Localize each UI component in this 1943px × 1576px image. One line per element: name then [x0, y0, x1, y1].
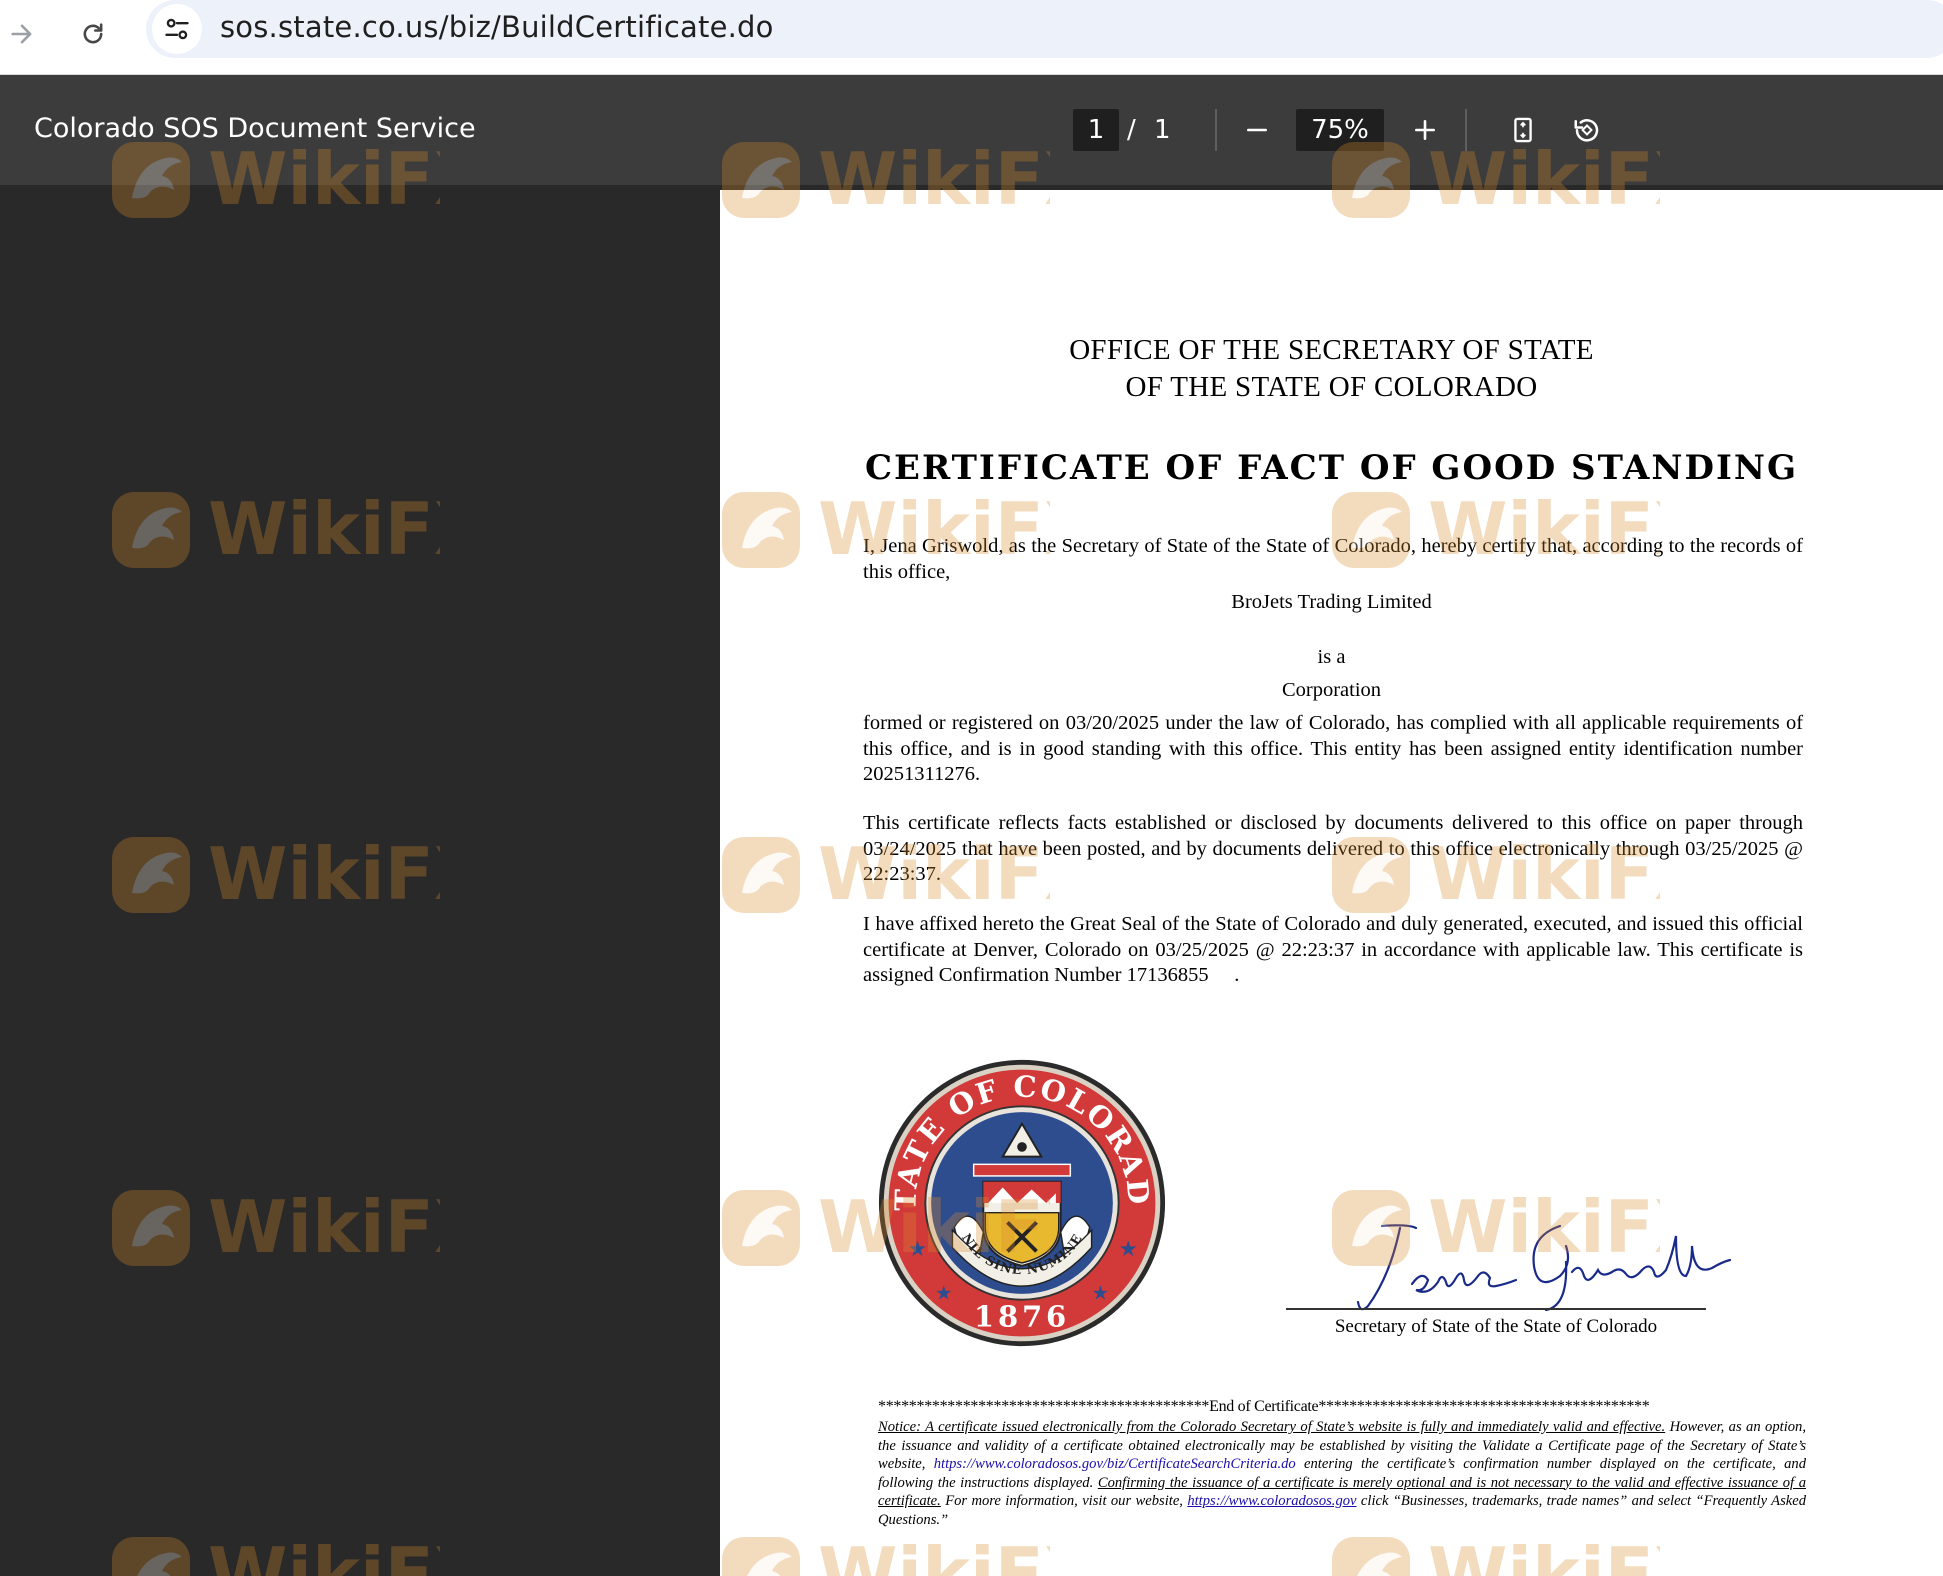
rotate-button[interactable] — [1562, 105, 1612, 155]
svg-text:★: ★ — [908, 1237, 927, 1261]
formation-paragraph: formed or registered on 03/20/2025 under… — [863, 712, 1804, 785]
svg-text:★: ★ — [1119, 1237, 1138, 1261]
electronic-through-time: 22:23:37 — [863, 863, 936, 885]
zoom-out-button[interactable] — [1232, 105, 1282, 155]
confirmation-number: 17136855 — [1126, 964, 1209, 986]
entity-id-number: 20251311276 — [863, 763, 975, 785]
is-a-text: is a — [1317, 646, 1346, 668]
facts-text: This certificate reflects facts establis… — [863, 812, 1803, 834]
page-separator: / — [1127, 115, 1136, 145]
issue-time: 22:23:37 — [1281, 938, 1355, 961]
issue-date: 03/25/2025 — [1155, 938, 1249, 961]
certificate-title: CERTIFICATE OF FACT OF GOOD STANDING — [865, 448, 1798, 488]
entity-name: BroJets Trading Limited — [1231, 591, 1432, 613]
office-line-2: OF THE STATE OF COLORADO — [1125, 371, 1538, 403]
facts-text-2: that have been posted, and by documents … — [962, 837, 1680, 860]
pdf-toolbar: Colorado SOS Document Service 1 / 1 75% — [0, 75, 1943, 185]
plus-icon — [1415, 120, 1435, 140]
end-of-certificate-marker: ****************************************… — [878, 1398, 1650, 1415]
validate-certificate-link[interactable]: https://www.coloradosos.gov/biz/Certific… — [934, 1456, 1296, 1472]
fit-to-page-button[interactable] — [1498, 105, 1548, 155]
office-line-1: OFFICE OF THE SECRETARY OF STATE — [1069, 334, 1594, 366]
browser-chrome: sos.state.co.us/biz/BuildCertificate.do — [0, 0, 1943, 75]
signature-caption: Secretary of State of the State of Color… — [1334, 1316, 1658, 1337]
reload-icon — [83, 23, 103, 44]
page-total: 1 — [1154, 115, 1171, 145]
colorado-state-seal-icon: STATE OF COLORADO ★ ★ ★ ★ NIL SINE NUMIN… — [877, 1058, 1166, 1347]
at-sign: @ — [1255, 938, 1275, 961]
address-bar[interactable]: sos.state.co.us/biz/BuildCertificate.do — [146, 0, 1943, 58]
sos-website-link[interactable]: https://www.coloradosos.gov — [1187, 1493, 1356, 1509]
svg-text:★: ★ — [935, 1284, 952, 1305]
certificate-page: OFFICE OF THE SECRETARY OF STATE OF THE … — [720, 190, 1943, 1576]
notice-text: Notice: A certificate issued electronica… — [878, 1418, 1806, 1529]
signature-line — [1286, 1308, 1706, 1310]
office-heading: OFFICE OF THE SECRETARY OF STATE OF THE … — [720, 332, 1943, 406]
tune-icon — [165, 18, 189, 40]
notice-sentence-5: For more information, visit our website, — [945, 1493, 1183, 1509]
facts-paragraph: This certificate reflects facts establis… — [863, 812, 1804, 885]
entity-type: Corporation — [1281, 679, 1382, 701]
page-number-input[interactable]: 1 — [1073, 109, 1119, 151]
paper-through-date: 03/24/2025 — [863, 837, 957, 860]
arrow-right-icon — [11, 24, 32, 44]
toolbar-divider — [1465, 109, 1467, 151]
affixed-paragraph: I have affixed hereto the Great Seal of … — [863, 913, 1804, 986]
signature-image — [1356, 1224, 1732, 1312]
fit-page-icon — [1514, 117, 1532, 143]
zoom-in-button[interactable] — [1400, 105, 1450, 155]
viewer-background — [0, 185, 720, 1576]
formation-date: 03/20/2025 — [1065, 712, 1160, 734]
zoom-level-input[interactable]: 75% — [1296, 109, 1384, 151]
rotate-icon — [1574, 119, 1599, 142]
seal-year: 1876 — [974, 1300, 1070, 1334]
notice-sentence-1: Notice: A certificate issued electronica… — [878, 1419, 1666, 1435]
document-title: Colorado SOS Document Service — [34, 113, 476, 144]
intro-paragraph: I, Jena Griswold, as the Secretary of St… — [863, 535, 1803, 583]
electronic-through-date: 03/25/2025 — [1685, 837, 1779, 860]
toolbar-divider — [1215, 109, 1217, 151]
reload-button[interactable] — [67, 8, 119, 60]
url-text[interactable]: sos.state.co.us/biz/BuildCertificate.do — [220, 10, 774, 44]
formed-text: formed or registered on — [863, 712, 1060, 734]
site-info-button[interactable] — [152, 4, 202, 54]
forward-button[interactable] — [0, 8, 48, 60]
minus-icon — [1247, 128, 1267, 132]
at-sign: @ — [1784, 837, 1804, 860]
svg-text:★: ★ — [1092, 1284, 1109, 1305]
